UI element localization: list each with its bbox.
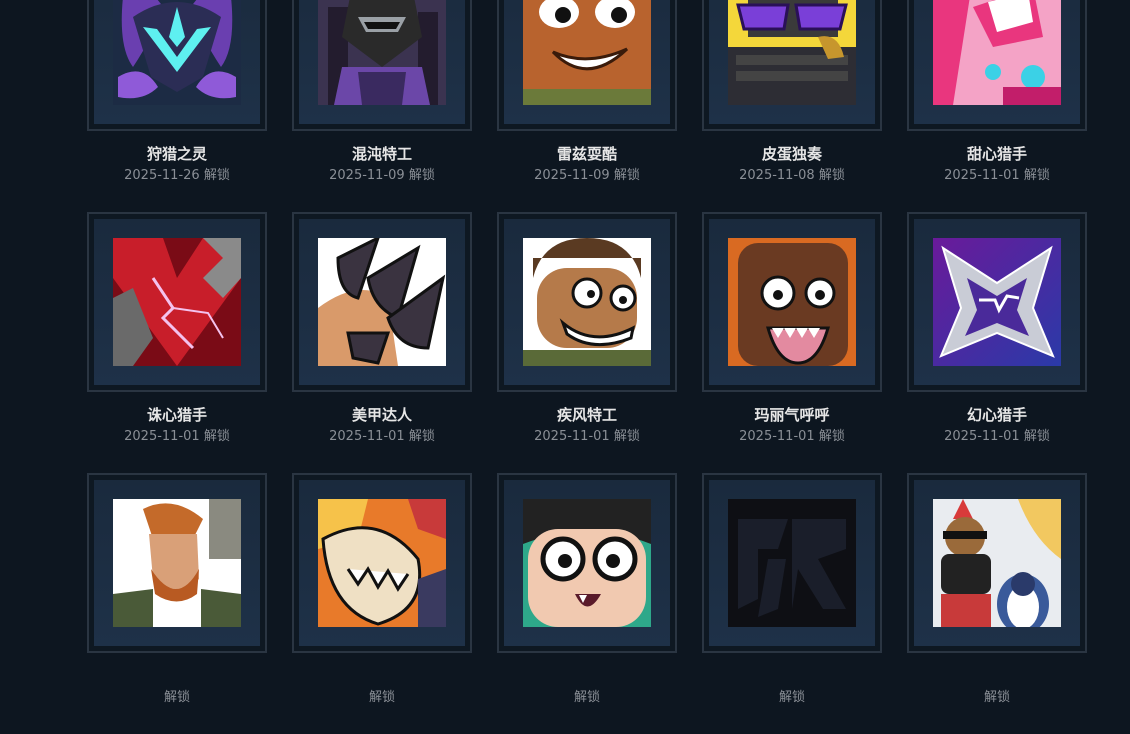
- card-name: 美甲达人: [351, 406, 412, 424]
- unlock-date: 解锁: [573, 690, 600, 705]
- card-frame: [702, 212, 882, 392]
- card-frame: [292, 0, 472, 131]
- card-item[interactable]: 解锁: [497, 473, 677, 734]
- card-frame: [87, 473, 267, 653]
- player-card-grid: 狩猎之灵 2025-11-26 解锁 混沌特工 2025-11-09 解锁 雷兹…: [87, 0, 1087, 734]
- candy-hunter-icon: [933, 0, 1061, 105]
- card-name: 狩猎之灵: [146, 145, 207, 163]
- unlock-date: 2025-11-09 解锁: [534, 168, 640, 183]
- card-name: 诛心猎手: [146, 406, 207, 424]
- card-item[interactable]: 幻心猎手 2025-11-01 解锁: [907, 212, 1087, 473]
- sunglasses-keyboard-icon: [728, 0, 856, 105]
- card-item[interactable]: 玛丽气呼呼 2025-11-01 解锁: [702, 212, 882, 473]
- card-item[interactable]: 解锁: [702, 473, 882, 734]
- unlock-date: 2025-11-01 解锁: [329, 429, 435, 444]
- card-frame: [497, 0, 677, 131]
- painted-claws-icon: [318, 238, 446, 366]
- fanged-creature-icon: [318, 499, 446, 627]
- angry-agent-face-icon: [523, 238, 651, 366]
- card-frame: [907, 473, 1087, 653]
- unlock-date: 2025-11-26 解锁: [124, 168, 230, 183]
- red-chevron-lightning-icon: [113, 238, 241, 366]
- hunting-spirit-mask-icon: [113, 0, 241, 105]
- card-name: 疾风特工: [556, 406, 617, 424]
- card-name: 甜心猎手: [966, 145, 1027, 163]
- card-frame: [497, 473, 677, 653]
- card-item[interactable]: 美甲达人 2025-11-01 解锁: [292, 212, 472, 473]
- bearded-agent-icon: [113, 499, 241, 627]
- unlock-date: 2025-11-01 解锁: [124, 429, 230, 444]
- card-item[interactable]: 疾风特工 2025-11-01 解锁: [497, 212, 677, 473]
- unlock-date: 解锁: [368, 690, 395, 705]
- unlock-date: 解锁: [778, 690, 805, 705]
- card-item[interactable]: 皮蛋独奏 2025-11-08 解锁: [702, 0, 882, 212]
- dark-team-logo-icon: [728, 499, 856, 627]
- unlock-date: 2025-11-01 解锁: [534, 429, 640, 444]
- card-item[interactable]: 狩猎之灵 2025-11-26 解锁: [87, 0, 267, 212]
- unlock-date: 2025-11-08 解锁: [739, 168, 845, 183]
- card-item[interactable]: 诛心猎手 2025-11-01 解锁: [87, 212, 267, 473]
- card-frame: [87, 0, 267, 131]
- bear-and-penguin-icon: [933, 499, 1061, 627]
- card-name: 幻心猎手: [966, 406, 1027, 424]
- card-frame: [497, 212, 677, 392]
- raze-grin-icon: [523, 0, 651, 105]
- card-frame: [907, 212, 1087, 392]
- card-name: 玛丽气呼呼: [754, 406, 830, 424]
- card-item[interactable]: 混沌特工 2025-11-09 解锁: [292, 0, 472, 212]
- card-item[interactable]: 解锁: [87, 473, 267, 734]
- card-name: 雷兹耍酷: [556, 145, 617, 163]
- card-name: 皮蛋独奏: [761, 145, 822, 163]
- glasses-girl-face-icon: [523, 499, 651, 627]
- card-frame: [292, 473, 472, 653]
- card-frame: [702, 473, 882, 653]
- unlock-date: 2025-11-01 解锁: [739, 429, 845, 444]
- card-frame: [907, 0, 1087, 131]
- neon-star-icon: [933, 238, 1061, 366]
- chaos-agent-robot-icon: [318, 0, 446, 105]
- unlock-date: 2025-11-09 解锁: [329, 168, 435, 183]
- card-frame: [292, 212, 472, 392]
- card-item[interactable]: 甜心猎手 2025-11-01 解锁: [907, 0, 1087, 212]
- card-item[interactable]: 雷兹耍酷 2025-11-09 解锁: [497, 0, 677, 212]
- card-frame: [702, 0, 882, 131]
- unlock-date: 2025-11-01 解锁: [944, 168, 1050, 183]
- card-item[interactable]: 解锁: [907, 473, 1087, 734]
- card-item[interactable]: 解锁: [292, 473, 472, 734]
- card-frame: [87, 212, 267, 392]
- angry-fanged-face-icon: [728, 238, 856, 366]
- card-name: 混沌特工: [351, 145, 412, 163]
- unlock-date: 解锁: [983, 690, 1010, 705]
- unlock-date: 解锁: [163, 690, 190, 705]
- unlock-date: 2025-11-01 解锁: [944, 429, 1050, 444]
